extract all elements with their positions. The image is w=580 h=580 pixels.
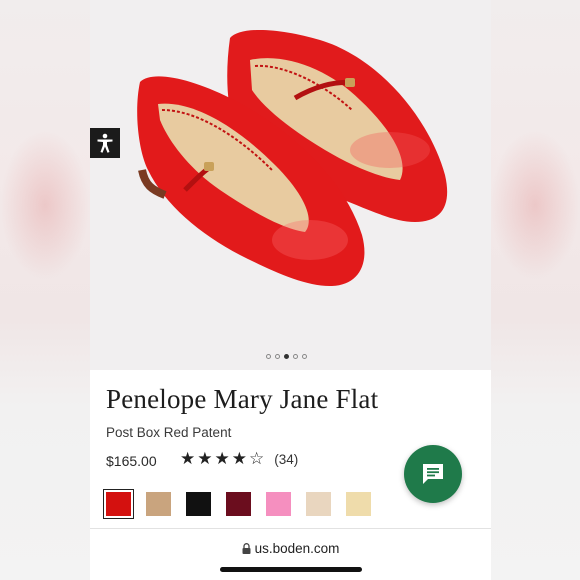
url-text: us.boden.com (254, 541, 340, 556)
accessibility-button[interactable] (90, 128, 120, 158)
chat-icon (423, 464, 443, 484)
color-swatch[interactable] (186, 492, 211, 516)
carousel-dot[interactable] (266, 354, 271, 359)
rating[interactable]: ★ ★ ★ ★ ☆ (34) (180, 451, 298, 468)
product-image[interactable] (90, 0, 491, 370)
color-swatch[interactable] (103, 489, 134, 519)
carousel-indicator (266, 354, 307, 359)
review-count[interactable]: (34) (274, 452, 298, 467)
shoes-illustration (137, 29, 448, 287)
star-empty-icon: ☆ (249, 449, 265, 469)
background-blur-right (490, 0, 580, 580)
carousel-dot[interactable] (302, 354, 307, 359)
lock-icon (242, 543, 251, 554)
home-indicator[interactable] (220, 567, 362, 572)
star-icon: ★ (214, 449, 230, 469)
background-blur-left (0, 0, 90, 580)
product-title: Penelope Mary Jane Flat (106, 384, 379, 414)
product-color-name: Post Box Red Patent (106, 425, 232, 440)
browser-bottom-bar: us.boden.com (90, 528, 491, 580)
color-swatch[interactable] (306, 492, 331, 516)
color-swatch[interactable] (226, 492, 251, 516)
color-swatch[interactable] (346, 492, 371, 516)
carousel-dot[interactable] (275, 354, 280, 359)
star-icon: ★ (197, 449, 213, 469)
product-page: Penelope Mary Jane Flat Post Box Red Pat… (90, 0, 491, 580)
product-price: $165.00 (106, 453, 157, 469)
star-icon: ★ (231, 449, 247, 469)
chat-button[interactable] (404, 445, 462, 503)
color-swatch[interactable] (266, 492, 291, 516)
star-icon: ★ (180, 449, 196, 469)
color-swatch[interactable] (146, 492, 171, 516)
url-bar[interactable]: us.boden.com (90, 541, 491, 556)
carousel-dot[interactable] (284, 354, 289, 359)
accessibility-icon (97, 133, 113, 153)
carousel-dot[interactable] (293, 354, 298, 359)
color-swatches (103, 489, 371, 519)
